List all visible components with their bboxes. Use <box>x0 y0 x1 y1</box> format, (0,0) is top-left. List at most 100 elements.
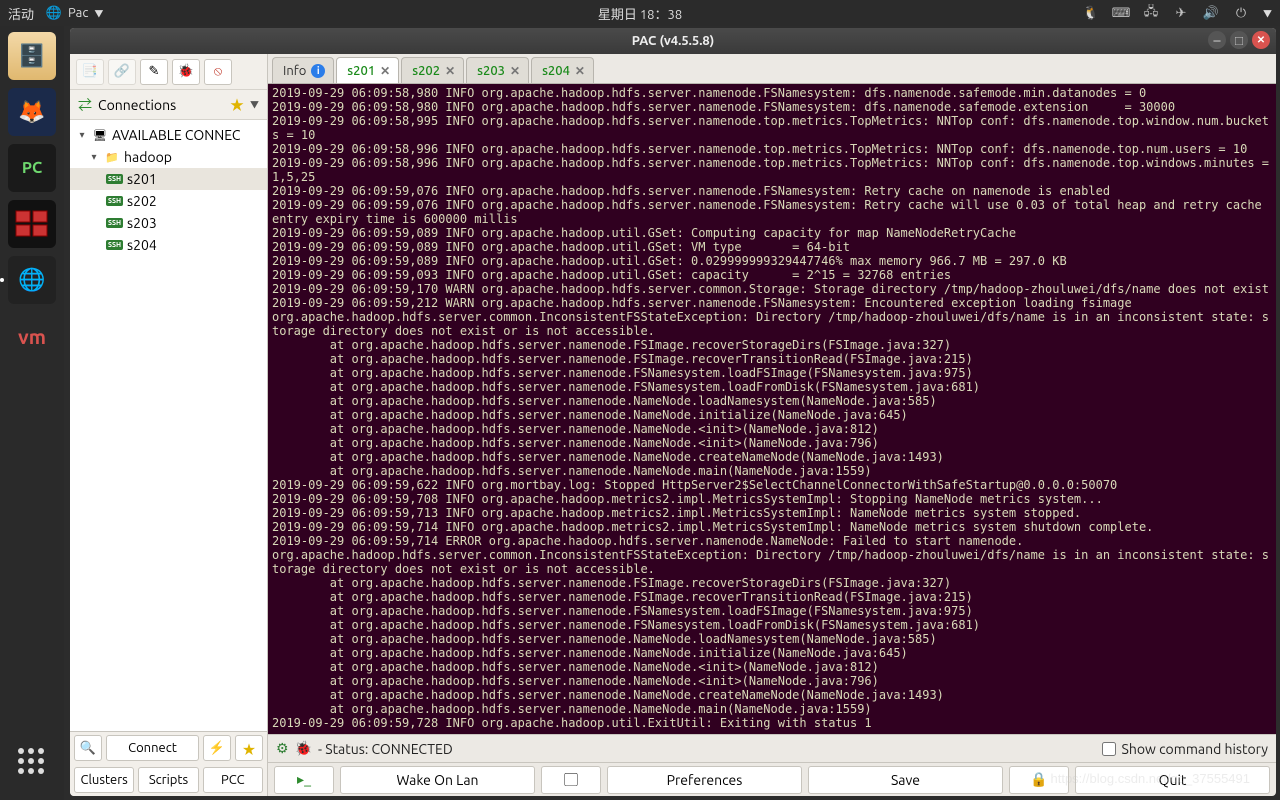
app-menu[interactable]: 🌐 Pac ▼ <box>46 5 103 21</box>
tree-item-s203[interactable]: SSH s203 <box>70 212 267 234</box>
connect-button[interactable]: Connect <box>106 735 199 761</box>
ssh-icon: SSH <box>106 218 123 228</box>
airplane-icon[interactable]: ✈ <box>1173 5 1189 21</box>
close-tab-icon[interactable]: ✕ <box>445 64 455 78</box>
terminal-output[interactable]: 2019-09-29 06:09:58,980 INFO org.apache.… <box>268 84 1276 734</box>
favorites-icon[interactable]: ★ <box>230 95 244 115</box>
tree-root[interactable]: ▾ 🖥 AVAILABLE CONNEC <box>70 124 267 146</box>
pcc-button[interactable]: PCC <box>203 767 263 793</box>
close-tab-icon[interactable]: ✕ <box>575 64 585 78</box>
status-bug-icon: 🐞 <box>295 740 312 757</box>
tab-s204[interactable]: s204 ✕ <box>531 57 594 83</box>
connections-tree[interactable]: ▾ 🖥 AVAILABLE CONNEC ▾ 📁 hadoop SSH s201… <box>70 120 267 731</box>
quick-connect-button[interactable]: ⚡ <box>203 735 231 761</box>
window-title: PAC (v4.5.5.8) <box>632 34 714 48</box>
dock-files[interactable]: 🗄️ <box>8 32 56 80</box>
save-button[interactable]: Save <box>808 766 1003 794</box>
preferences-button[interactable]: Preferences <box>607 766 802 794</box>
tab-s202[interactable]: s202 ✕ <box>401 57 464 83</box>
tree-item-label: s204 <box>127 237 157 253</box>
lock-button[interactable]: 🔒 <box>1009 766 1069 794</box>
connections-icon: ⇄ <box>78 95 92 115</box>
network-icon: 🖥 <box>92 127 108 143</box>
shell-button[interactable]: ▸_ <box>274 766 334 794</box>
sidebar-actions: 🔍 Connect ⚡ ★ <box>70 732 267 764</box>
folder-icon: 📁 <box>104 149 120 165</box>
dock-terminals[interactable] <box>8 200 56 248</box>
gnome-topbar: 活动 🌐 Pac ▼ 星期日 18：38 🐧 ⌨ 🖧 ✈ 🔊 ⏻ ▼ <box>0 0 1280 26</box>
new-group-button[interactable]: 📑 <box>76 59 104 85</box>
chevron-down-icon: ▼ <box>94 7 103 20</box>
tree-item-label: s201 <box>127 171 157 187</box>
close-tab-icon[interactable]: ✕ <box>510 64 520 78</box>
tree-item-label: s202 <box>127 193 157 209</box>
tree-group-hadoop[interactable]: ▾ 📁 hadoop <box>70 146 267 168</box>
maximize-button[interactable]: □ <box>1230 31 1248 49</box>
keyboard-icon[interactable]: ⌨ <box>1113 5 1129 21</box>
status-bar: ⚙ 🐞 - Status: CONNECTED Show command his… <box>268 734 1276 762</box>
network-icon[interactable]: 🖧 <box>1143 5 1159 21</box>
tab-s203[interactable]: s203 ✕ <box>466 57 529 83</box>
activities-button[interactable]: 活动 <box>8 4 34 23</box>
sidebar-toolbar: 📑 🔗 ✎ 🐞 ⦸ <box>70 54 267 90</box>
tab-label: s203 <box>477 64 505 78</box>
status-label: - Status: CONNECTED <box>318 741 453 757</box>
link-button[interactable]: 🔗 <box>108 59 136 85</box>
chevron-down-icon[interactable]: ▼ <box>1263 7 1272 20</box>
bug-button[interactable]: 🐞 <box>172 59 200 85</box>
sidebar-header: ⇄ Connections ★ ▼ <box>70 90 267 120</box>
quit-button[interactable]: Quit <box>1075 766 1270 794</box>
terminal-green-icon: ▸_ <box>297 771 311 788</box>
tab-bar: Info i s201 ✕ s202 ✕ s203 ✕ s204 ✕ <box>268 54 1276 84</box>
expander-icon[interactable]: ▾ <box>88 151 100 163</box>
sidebar: 📑 🔗 ✎ 🐞 ⦸ ⇄ Connections ★ ▼ ▾ 🖥 AVAILABL… <box>70 54 268 796</box>
main-area: Info i s201 ✕ s202 ✕ s203 ✕ s204 ✕ <box>268 54 1276 796</box>
tab-label: s202 <box>412 64 440 78</box>
terminal-button[interactable]: ▢ <box>541 766 601 794</box>
show-history-checkbox[interactable] <box>1102 742 1116 756</box>
tab-label: Info <box>283 64 306 78</box>
chevron-down-icon[interactable]: ▼ <box>250 98 259 111</box>
main-button-bar: ▸_ Wake On Lan ▢ Preferences Save 🔒 Quit <box>268 762 1276 796</box>
close-button[interactable]: ✕ <box>1252 31 1270 49</box>
edit-button[interactable]: ✎ <box>140 59 168 85</box>
sidebar-header-label: Connections <box>98 97 176 113</box>
dock-pac[interactable]: 🌐 <box>8 256 56 304</box>
dock-firefox[interactable]: 🦊 <box>8 88 56 136</box>
tab-label: s204 <box>542 64 570 78</box>
lock-icon: 🔒 <box>1030 771 1047 788</box>
ssh-icon: SSH <box>106 240 123 250</box>
close-tab-icon[interactable]: ✕ <box>380 64 390 78</box>
tux-icon[interactable]: 🐧 <box>1083 5 1099 21</box>
window-titlebar[interactable]: PAC (v4.5.5.8) － □ ✕ <box>70 28 1276 54</box>
dock-vm[interactable]: vm <box>8 312 56 360</box>
ssh-icon: SSH <box>106 196 123 206</box>
clusters-button[interactable]: Clusters <box>74 767 134 793</box>
tree-item-label: s203 <box>127 215 157 231</box>
tree-root-label: AVAILABLE CONNEC <box>112 127 240 143</box>
tab-s201[interactable]: s201 ✕ <box>336 57 399 83</box>
scripts-button[interactable]: Scripts <box>138 767 198 793</box>
status-dot-icon: ⚙ <box>276 740 289 757</box>
terminal-icon: ▢ <box>564 770 578 790</box>
dock-pycharm[interactable]: PC <box>8 144 56 192</box>
tree-item-s201[interactable]: SSH s201 <box>70 168 267 190</box>
clock[interactable]: 星期日 18：38 <box>598 4 682 23</box>
volume-icon[interactable]: 🔊 <box>1203 5 1219 21</box>
favorite-button[interactable]: ★ <box>235 735 263 761</box>
tree-group-label: hadoop <box>124 149 172 165</box>
minimize-button[interactable]: － <box>1208 31 1226 49</box>
tab-info[interactable]: Info i <box>272 57 334 83</box>
expander-icon[interactable]: ▾ <box>76 129 88 141</box>
pac-window: PAC (v4.5.5.8) － □ ✕ 📑 🔗 ✎ 🐞 ⦸ ⇄ Connect… <box>70 28 1276 796</box>
wake-on-lan-button[interactable]: Wake On Lan <box>340 766 535 794</box>
tab-label: s201 <box>347 64 375 78</box>
app-menu-label: Pac <box>68 6 88 20</box>
tree-item-s204[interactable]: SSH s204 <box>70 234 267 256</box>
search-button[interactable]: 🔍 <box>74 735 102 761</box>
stop-button[interactable]: ⦸ <box>204 59 232 85</box>
ssh-icon: SSH <box>106 174 123 184</box>
power-icon[interactable]: ⏻ <box>1233 5 1249 21</box>
tree-item-s202[interactable]: SSH s202 <box>70 190 267 212</box>
dock-show-apps[interactable] <box>8 738 56 786</box>
